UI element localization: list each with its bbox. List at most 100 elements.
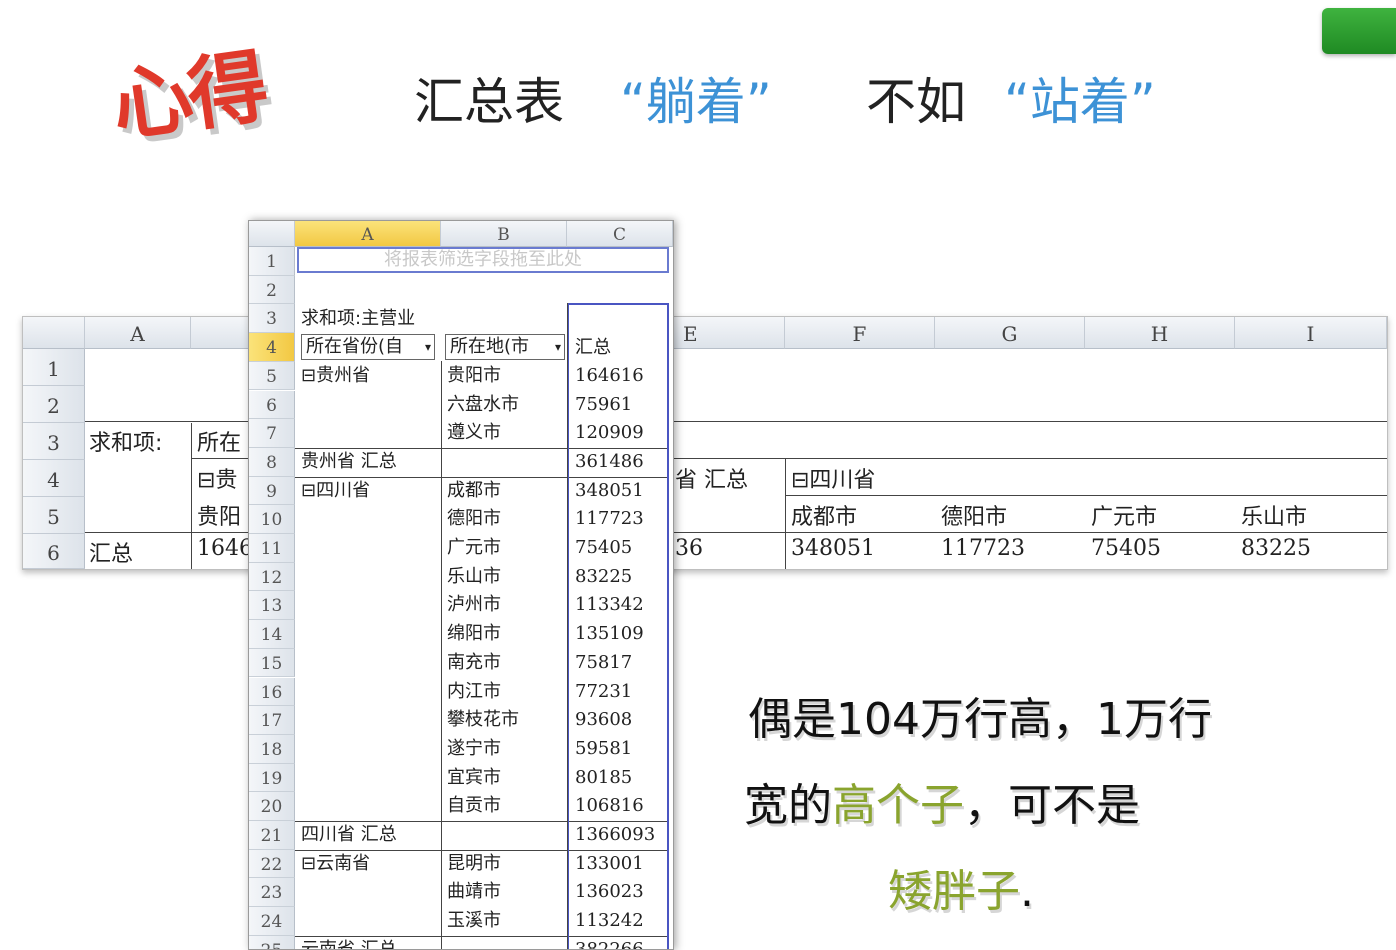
cell-c16[interactable]: 77231 [575, 678, 632, 706]
dropdown-arrow-icon[interactable]: ▾ [425, 335, 431, 359]
cell-b4[interactable]: ⊟贵 [197, 462, 237, 494]
row-header-24[interactable]: 24 [249, 907, 295, 936]
row-header-5[interactable]: 5 [23, 497, 85, 534]
column-header-a[interactable]: A [85, 317, 191, 349]
cell-c19[interactable]: 80185 [575, 764, 632, 792]
row-header-6[interactable]: 6 [23, 534, 85, 569]
row-header-11[interactable]: 11 [249, 534, 295, 563]
cell-c15[interactable]: 75817 [575, 649, 632, 677]
row-header-2[interactable]: 2 [249, 275, 295, 305]
row-header-1[interactable]: 1 [249, 247, 295, 276]
cell-b6[interactable]: 六盘水市 [447, 391, 519, 419]
row-header-6[interactable]: 6 [249, 390, 295, 420]
dropdown-arrow-icon[interactable]: ▾ [555, 335, 561, 359]
column-header-c[interactable]: C [567, 221, 673, 247]
cell-a5[interactable]: ⊟贵州省 [301, 362, 370, 390]
cell-b11[interactable]: 广元市 [447, 534, 501, 562]
cell-b20[interactable]: 自贡市 [447, 792, 501, 820]
cell-c12[interactable]: 83225 [575, 563, 632, 591]
cell-c24[interactable]: 113242 [575, 907, 644, 935]
row-header-4[interactable]: 4 [249, 333, 295, 362]
select-all-corner[interactable] [249, 221, 295, 247]
cell-b6[interactable]: 1646 [197, 536, 253, 561]
cell-c14[interactable]: 135109 [575, 620, 644, 648]
row-header-15[interactable]: 15 [249, 648, 295, 678]
cell-c9[interactable]: 348051 [575, 477, 644, 505]
cell-b5[interactable]: 贵阳 [197, 499, 241, 531]
cell-c10[interactable]: 117723 [575, 505, 644, 533]
column-header-e[interactable]: E [673, 317, 785, 349]
cell-b13[interactable]: 泸州市 [447, 591, 501, 619]
cell-e6[interactable]: 36 [675, 536, 703, 561]
sum-field-label[interactable]: 求和项:主营业 [301, 305, 415, 333]
cell-b7[interactable]: 遵义市 [447, 419, 501, 447]
column-header-b[interactable]: B [441, 221, 567, 247]
row-header-7[interactable]: 7 [249, 419, 295, 448]
green-tab[interactable] [1322, 8, 1396, 54]
row-header-1[interactable]: 1 [23, 349, 85, 386]
cell-b15[interactable]: 南充市 [447, 649, 501, 677]
row-header-13[interactable]: 13 [249, 591, 295, 621]
row-header-18[interactable]: 18 [249, 734, 295, 764]
cell-a22[interactable]: ⊟云南省 [301, 850, 370, 878]
cell-g6[interactable]: 117723 [941, 536, 1025, 561]
cell-b23[interactable]: 曲靖市 [447, 878, 501, 906]
row-header-4[interactable]: 4 [23, 460, 85, 497]
cell-b18[interactable]: 遂宁市 [447, 735, 501, 763]
cell-c5[interactable]: 164616 [575, 362, 644, 390]
row-header-19[interactable]: 19 [249, 763, 295, 793]
row-header-3[interactable]: 3 [23, 423, 85, 460]
cell-f6[interactable]: 348051 [791, 536, 875, 561]
cell-c18[interactable]: 59581 [575, 735, 632, 763]
province-field-dropdown[interactable]: 所在省份(自 ▾ [301, 334, 435, 360]
cell-b5[interactable]: 贵阳市 [447, 362, 501, 390]
row-header-20[interactable]: 20 [249, 792, 295, 821]
cell-a8[interactable]: 贵州省 汇总 [301, 448, 397, 476]
cell-a6[interactable]: 汇总 [89, 536, 133, 568]
column-header-a[interactable]: A [295, 221, 441, 247]
cell-b19[interactable]: 宜宾市 [447, 764, 501, 792]
report-filter-dropzone[interactable]: 将报表筛选字段拖至此处 [297, 247, 669, 273]
cell-c23[interactable]: 136023 [575, 878, 644, 906]
cell-b3[interactable]: 所在 [197, 425, 241, 457]
row-header-23[interactable]: 23 [249, 878, 295, 908]
cell-b22[interactable]: 昆明市 [447, 850, 501, 878]
cell-b10[interactable]: 德阳市 [447, 505, 501, 533]
row-header-8[interactable]: 8 [249, 447, 295, 477]
cell-c8[interactable]: 361486 [575, 448, 644, 476]
row-header-22[interactable]: 22 [249, 849, 295, 879]
row-header-2[interactable]: 2 [23, 386, 85, 423]
row-header-9[interactable]: 9 [249, 476, 295, 506]
cell-g5[interactable]: 德阳市 [941, 499, 1007, 531]
cell-c6[interactable]: 75961 [575, 391, 632, 419]
city-field-dropdown[interactable]: 所在地(市 ▾ [445, 334, 565, 360]
cell-c7[interactable]: 120909 [575, 419, 644, 447]
cell-b17[interactable]: 攀枝花市 [447, 706, 519, 734]
cell-b12[interactable]: 乐山市 [447, 563, 501, 591]
row-header-5[interactable]: 5 [249, 361, 295, 391]
cell-i6[interactable]: 83225 [1241, 536, 1311, 561]
cell-b16[interactable]: 内江市 [447, 678, 501, 706]
cell-h5[interactable]: 广元市 [1091, 499, 1157, 531]
cell-c11[interactable]: 75405 [575, 534, 632, 562]
select-all-corner[interactable] [23, 317, 85, 349]
row-header-10[interactable]: 10 [249, 505, 295, 534]
cell-b9[interactable]: 成都市 [447, 477, 501, 505]
cell-c21[interactable]: 1366093 [575, 821, 655, 849]
cell-c17[interactable]: 93608 [575, 706, 632, 734]
cell-f4[interactable]: ⊟四川省 [791, 462, 875, 494]
cell-h6[interactable]: 75405 [1091, 536, 1161, 561]
row-header-12[interactable]: 12 [249, 562, 295, 592]
cell-e4[interactable]: 省 汇总 [675, 462, 748, 494]
cell-i5[interactable]: 乐山市 [1241, 499, 1307, 531]
cell-a9[interactable]: ⊟四川省 [301, 477, 370, 505]
column-header-f[interactable]: F [785, 317, 935, 349]
cell-c13[interactable]: 113342 [575, 591, 644, 619]
cell-a21[interactable]: 四川省 汇总 [301, 821, 397, 849]
cell-a3[interactable]: 求和项: [89, 425, 162, 457]
row-header-17[interactable]: 17 [249, 706, 295, 735]
cell-c20[interactable]: 106816 [575, 792, 644, 820]
row-header-16[interactable]: 16 [249, 677, 295, 707]
cell-c22[interactable]: 133001 [575, 850, 644, 878]
row-header-21[interactable]: 21 [249, 821, 295, 850]
